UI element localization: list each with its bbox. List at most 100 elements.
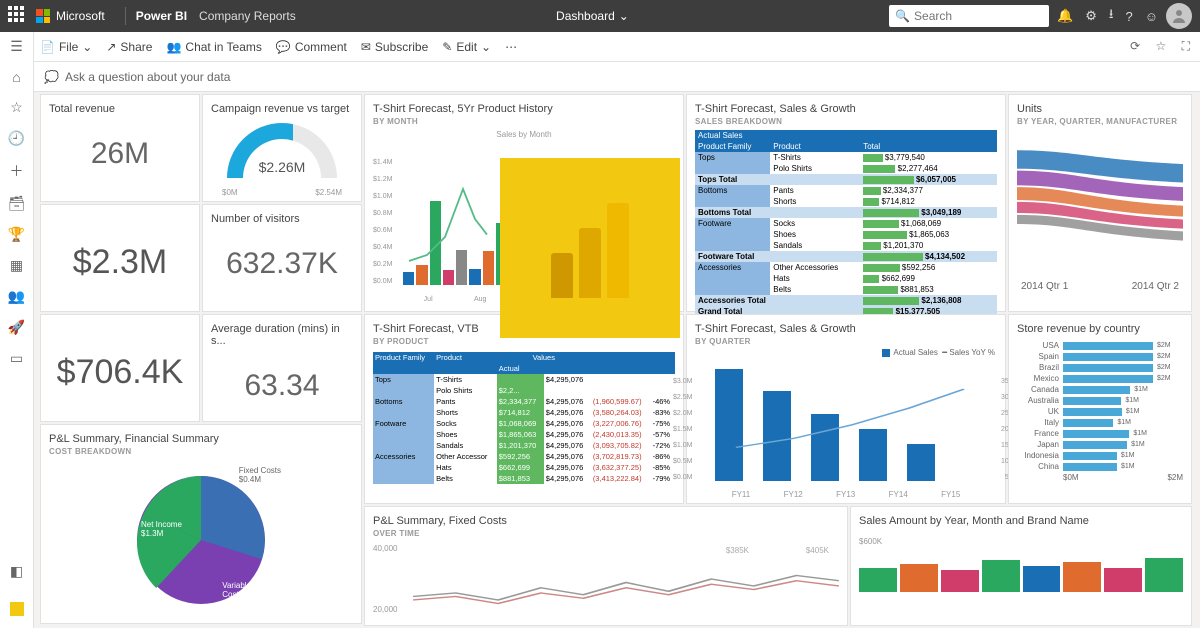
comment-button[interactable]: 💬Comment [276,40,347,54]
workspace-name[interactable]: Company Reports [199,9,296,23]
vtb-table: Product FamilyProductValuesActualTopsT-S… [373,352,675,484]
qna-placeholder: Ask a question about your data [65,70,230,84]
tile-title: Sales Amount by Year, Month and Brand Na… [859,515,1183,527]
global-header: Microsoft Power BI Company Reports Dashb… [0,0,1200,32]
tile-duration[interactable]: Average duration (mins) in s... 63.34 [202,314,362,422]
help-icon[interactable]: ? [1125,9,1132,24]
nav-create-icon[interactable]: ＋ [10,161,24,181]
chevron-down-icon: ⌄ [481,40,491,54]
microsoft-logo-icon [36,9,50,23]
nav-recent-icon[interactable]: 🕘 [8,130,25,147]
tile-title: T-Shirt Forecast, 5Yr Product History [373,103,675,115]
tile-title: Average duration (mins) in s... [211,323,353,347]
feedback-icon[interactable]: ☺ [1145,9,1158,24]
pie-label-fixed: Fixed Costs$0.4M [239,466,281,484]
tile-campaign-gauge[interactable]: Campaign revenue vs target $2.26M $0M $2… [202,94,362,202]
tile-units[interactable]: Units BY YEAR, QUARTER, MANUFACTURER 201… [1008,94,1192,312]
user-avatar[interactable] [1166,3,1192,29]
nav-apps-icon[interactable]: ▦ [10,257,23,274]
tile-kpi-1[interactable]: $2.3M [40,204,200,312]
brand: Microsoft [36,9,105,23]
dashboard-dropdown[interactable]: Dashboard ⌄ [556,9,629,23]
chevron-down-icon: ⌄ [82,40,92,54]
nav-datasets-icon[interactable]: 🗃 [8,195,26,212]
tile-subtitle: BY QUARTER [695,337,997,346]
left-nav: ☰ ⌂ ☆ 🕘 ＋ 🗃 🏆 ▦ 👥 🚀 ▭ ◧ [0,32,34,628]
gauge-chart: $2.26M $0M $2.54M [222,123,342,193]
chat-teams-button[interactable]: 👥Chat in Teams [166,40,261,54]
fullscreen-icon[interactable]: ⛶ [1182,39,1190,53]
settings-icon[interactable]: ⚙ [1085,8,1097,24]
tile-sales-amount[interactable]: Sales Amount by Year, Month and Brand Na… [850,506,1192,626]
tile-subtitle: OVER TIME [373,529,839,538]
search-box[interactable]: 🔍 [889,5,1049,27]
tile-title: Units [1017,103,1183,115]
download-icon[interactable]: ⭳ [1109,5,1114,27]
pie-label-var: VariableCosts$3.3M [222,581,251,608]
nav-favorites-icon[interactable]: ☆ [10,99,23,116]
tile-title: P&L Summary, Financial Summary [49,433,353,445]
kpi-value: 63.34 [211,349,353,403]
chart-legend: Actual Sales ━ Sales YoY % [695,346,997,359]
more-menu[interactable]: ⋯ [505,40,517,54]
axis-label: 2014 Qtr 2 [1132,281,1179,292]
tile-pl-summary[interactable]: P&L Summary, Financial Summary COST BREA… [40,424,362,624]
tile-subtitle: BY MONTH [373,117,675,126]
nav-myworkspace-icon[interactable] [10,602,24,616]
qna-icon: 💭 [44,70,59,84]
app-launcher-icon[interactable] [8,6,28,26]
search-input[interactable] [914,9,1043,23]
file-menu[interactable]: 📄File⌄ [40,40,92,54]
tile-subtitle: BY YEAR, QUARTER, MANUFACTURER [1017,117,1183,126]
tile-forecast-vtb[interactable]: T-Shirt Forecast, VTB BY PRODUCT Product… [364,314,684,504]
kpi-value: 632.37K [211,227,353,281]
tile-title: P&L Summary, Fixed Costs [373,515,839,527]
line-chart: 40,000 20,000 $385K $405K [373,544,839,614]
kpi-value: $2.3M [49,213,191,282]
edit-button[interactable]: ✎Edit⌄ [442,40,491,54]
product-name[interactable]: Power BI [136,9,187,23]
search-icon: 🔍 [895,9,910,23]
tile-store-country[interactable]: Store revenue by country USA$2MSpain$2MB… [1008,314,1192,504]
notifications-icon[interactable]: 🔔 [1057,8,1073,24]
brand-ms: Microsoft [56,9,105,23]
subscribe-button[interactable]: ✉Subscribe [361,40,428,54]
nav-goals-icon[interactable]: 🏆 [8,226,25,243]
country-bar-chart: USA$2MSpain$2MBrazil$2MMexico$2MCanada$1… [1017,341,1183,482]
tile-subtitle: SALES BREAKDOWN [695,117,997,126]
qna-bar[interactable]: 💭 Ask a question about your data [0,62,1200,92]
favorite-icon[interactable]: ☆ [1155,39,1166,53]
command-bar: 📄File⌄ ↗Share 👥Chat in Teams 💬Comment ✉S… [0,32,1200,62]
nav-menu-icon[interactable]: ☰ [10,38,23,55]
tile-visitors[interactable]: Number of visitors 632.37K [202,204,362,312]
pie-chart: Fixed Costs$0.4M Net Income$1.3M Variabl… [121,460,281,620]
tile-title: Campaign revenue vs target [211,103,353,115]
axis-label: $600K [859,537,1183,546]
tile-title: Total revenue [49,103,191,115]
stacked-bars [859,552,1183,592]
chevron-down-icon: ⌄ [619,9,629,23]
nav-shared-icon[interactable]: 👥 [8,288,25,305]
share-button[interactable]: ↗Share [106,40,152,54]
tile-kpi-2[interactable]: $706.4K [40,314,200,422]
tile-title: T-Shirt Forecast, Sales & Growth [695,323,997,335]
axis-label: 2014 Qtr 1 [1021,281,1068,292]
sankey-chart [1017,126,1183,281]
pie-label-net: Net Income$1.3M [141,520,182,538]
quarter-chart: FY11FY12FY13FY14FY15 $0.0M$0.5M$1.0M$1.5… [695,369,997,499]
tile-title: Store revenue by country [1017,323,1183,335]
tile-by-quarter[interactable]: T-Shirt Forecast, Sales & Growth BY QUAR… [686,314,1006,504]
sales-table: Actual SalesProduct FamilyProductTotalTo… [695,130,997,317]
tile-sales-breakdown[interactable]: T-Shirt Forecast, Sales & Growth SALES B… [686,94,1006,312]
nav-workspaces-icon[interactable]: ◧ [10,563,23,580]
nav-learn-icon[interactable]: ▭ [10,350,23,367]
powerbi-logo-overlay [500,158,680,338]
kpi-value: $706.4K [49,323,191,392]
tile-pl-fixed[interactable]: P&L Summary, Fixed Costs OVER TIME 40,00… [364,506,848,626]
nav-home-icon[interactable]: ⌂ [12,69,20,85]
refresh-icon[interactable]: ⟳ [1130,39,1140,53]
tile-total-revenue[interactable]: Total revenue 26M [40,94,200,202]
kpi-value: 26M [49,117,191,171]
tile-title: T-Shirt Forecast, Sales & Growth [695,103,997,115]
nav-deploy-icon[interactable]: 🚀 [8,319,25,336]
